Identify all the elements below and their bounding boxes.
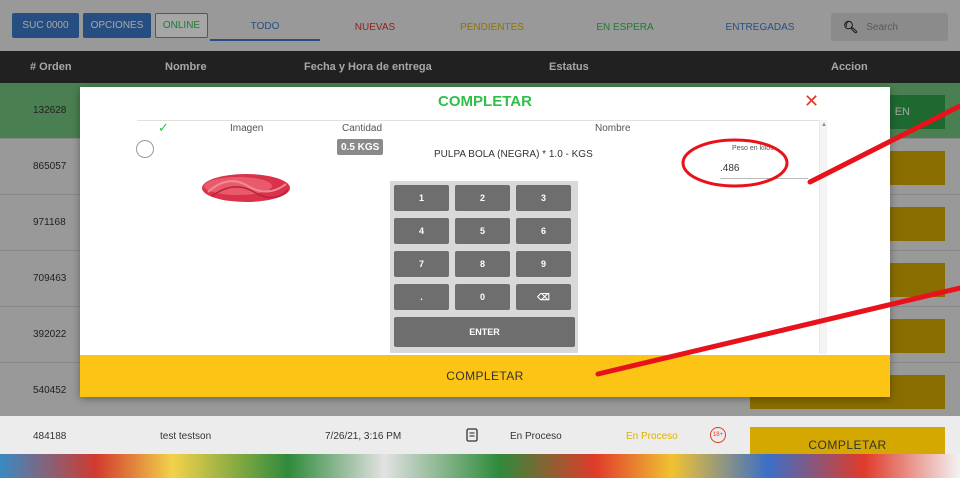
- key-3[interactable]: 3: [516, 185, 571, 211]
- col-cantidad: Cantidad: [342, 123, 383, 134]
- enter-button[interactable]: ENTER: [394, 317, 575, 347]
- key-4[interactable]: 4: [394, 218, 449, 244]
- key-5[interactable]: 5: [455, 218, 510, 244]
- weight-label: Peso en kilos: [732, 145, 774, 152]
- quantity-badge: 0.5 KGS: [337, 139, 384, 155]
- col-imagen: Imagen: [230, 123, 264, 134]
- complete-button[interactable]: COMPLETAR: [80, 355, 890, 397]
- age-restricted-icon: 18+: [710, 427, 726, 443]
- complete-modal: COMPLETAR ✕ ▲ ✓ Imagen Cantidad Nombre 0…: [80, 87, 890, 397]
- scroll-up-icon[interactable]: ▲: [821, 122, 827, 128]
- status-badge: En Proceso: [626, 431, 678, 442]
- order-id: 484188: [33, 431, 67, 442]
- key-7[interactable]: 7: [394, 251, 449, 277]
- key-decimal[interactable]: .: [394, 284, 449, 310]
- col-nombre: Nombre: [595, 123, 631, 134]
- close-icon[interactable]: ✕: [804, 91, 819, 112]
- background-decoration: [0, 454, 960, 478]
- key-0[interactable]: 0: [455, 284, 510, 310]
- backspace-icon[interactable]: ⌫: [516, 284, 571, 310]
- key-8[interactable]: 8: [455, 251, 510, 277]
- scrollbar[interactable]: ▲: [819, 120, 827, 354]
- table-row: 484188 test testson 7/26/21, 3:16 PM En …: [0, 416, 960, 463]
- numeric-keypad: 1 2 3 4 5 6 7 8 9 . 0 ⌫ ENTER: [390, 181, 578, 353]
- weight-input[interactable]: .486: [720, 159, 808, 179]
- check-icon: ✓: [158, 120, 169, 135]
- status-text: En Proceso: [510, 431, 562, 442]
- delivery-datetime: 7/26/21, 3:16 PM: [325, 431, 402, 442]
- key-6[interactable]: 6: [516, 218, 571, 244]
- product-image: [202, 174, 290, 202]
- key-2[interactable]: 2: [455, 185, 510, 211]
- key-9[interactable]: 9: [516, 251, 571, 277]
- key-1[interactable]: 1: [394, 185, 449, 211]
- modal-title: COMPLETAR: [438, 93, 532, 110]
- product-name: PULPA BOLA (NEGRA) * 1.0 - KGS: [434, 149, 593, 160]
- receipt-icon[interactable]: [466, 428, 478, 445]
- customer-name: test testson: [160, 431, 212, 442]
- select-radio[interactable]: [136, 140, 154, 158]
